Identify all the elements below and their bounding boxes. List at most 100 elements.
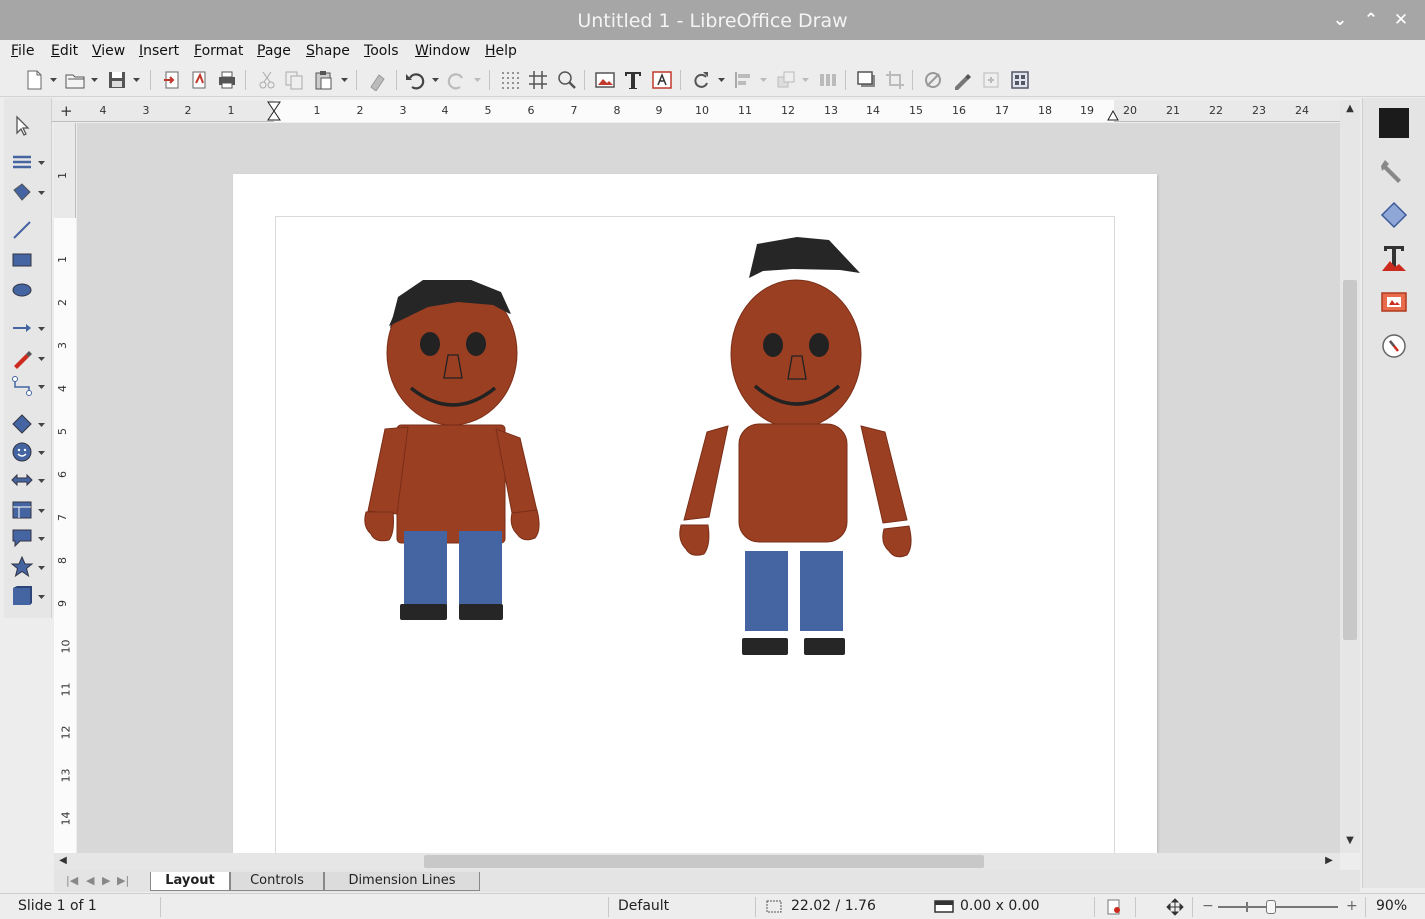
chevron-down-icon[interactable]	[718, 77, 725, 83]
chevron-down-icon[interactable]	[91, 77, 98, 83]
navigator-icon[interactable]	[1379, 286, 1409, 316]
properties-icon[interactable]	[1379, 108, 1409, 138]
symbol-shapes-icon[interactable]	[10, 440, 34, 464]
styles-icon[interactable]	[1379, 155, 1409, 185]
vertical-ruler[interactable]: 1 1 2 3 4 5 6 7 8 9 10 11 12 13 14	[54, 123, 76, 858]
chevron-down-icon[interactable]	[38, 190, 45, 196]
callouts-icon[interactable]	[10, 526, 34, 550]
chevron-down-icon[interactable]	[38, 160, 45, 166]
figure-left-shoe[interactable]	[400, 604, 447, 620]
chevron-down-icon[interactable]	[38, 478, 45, 484]
chevron-down-icon[interactable]	[38, 450, 45, 456]
paste-icon[interactable]	[312, 69, 334, 91]
block-arrows-icon[interactable]	[10, 468, 34, 492]
line-icon[interactable]	[10, 218, 34, 242]
vertical-scroll-thumb[interactable]	[1343, 280, 1357, 640]
master-slide-name[interactable]: Default	[618, 898, 669, 914]
chevron-down-icon[interactable]	[802, 77, 809, 83]
zoom-slider-thumb[interactable]	[1266, 900, 1276, 914]
chevron-down-icon[interactable]	[474, 77, 481, 83]
maximize-button[interactable]: ⌃	[1361, 10, 1381, 30]
figure-right-eye[interactable]	[809, 333, 829, 357]
zoom-slider[interactable]	[1218, 906, 1338, 908]
chevron-down-icon[interactable]	[38, 536, 45, 542]
connector-icon[interactable]	[10, 374, 34, 398]
lines-arrows-icon[interactable]	[10, 316, 34, 340]
horizontal-ruler[interactable]: + 4 3 2 1 1 2 3 4 5 6 7 8 9 10 11 12 13 …	[52, 100, 1340, 122]
menu-format[interactable]: Format	[194, 43, 243, 59]
curve-icon[interactable]	[10, 346, 34, 370]
drawing-canvas[interactable]	[77, 123, 1340, 853]
last-tab-icon[interactable]: ▶|	[117, 874, 129, 887]
menu-page[interactable]: Page	[257, 43, 291, 59]
menu-window[interactable]: Window	[415, 43, 470, 59]
figure-right-hair[interactable]	[749, 237, 860, 278]
align-icon[interactable]	[733, 69, 755, 91]
shapes-icon[interactable]	[1379, 243, 1409, 273]
new-document-icon[interactable]	[23, 69, 45, 91]
figure-right-eye[interactable]	[763, 333, 783, 357]
chevron-down-icon[interactable]	[432, 77, 439, 83]
tab-dimension-lines[interactable]: Dimension Lines	[324, 872, 480, 891]
zoom-out-icon[interactable]: −	[1202, 898, 1214, 914]
chevron-down-icon[interactable]	[38, 356, 45, 362]
figure-right-leg[interactable]	[745, 551, 788, 631]
slide-page[interactable]	[233, 174, 1157, 853]
gallery-icon[interactable]	[1379, 200, 1409, 230]
copy-icon[interactable]	[283, 69, 305, 91]
chevron-down-icon[interactable]	[38, 422, 45, 428]
redo-icon[interactable]	[446, 69, 468, 91]
figure-right[interactable]	[679, 237, 912, 655]
toggle-extrusion-icon[interactable]	[1009, 69, 1031, 91]
figure-left-eye[interactable]	[466, 332, 486, 356]
figure-right-hand[interactable]	[882, 525, 912, 558]
next-tab-icon[interactable]: ▶	[102, 874, 110, 887]
crop-icon[interactable]	[884, 69, 906, 91]
image-icon[interactable]	[594, 69, 616, 91]
menu-shape[interactable]: Shape	[306, 43, 350, 59]
clone-formatting-icon[interactable]	[367, 69, 389, 92]
glue-points-icon[interactable]	[980, 69, 1002, 91]
text-icon[interactable]	[622, 69, 644, 91]
figure-right-arm[interactable]	[860, 425, 908, 524]
scroll-right-icon[interactable]: ▶	[1321, 853, 1337, 869]
save-icon[interactable]	[106, 69, 128, 91]
arrange-icon[interactable]	[775, 69, 797, 91]
print-icon[interactable]	[216, 69, 238, 91]
document-modified-icon[interactable]	[1106, 899, 1122, 915]
figure-left-shoe[interactable]	[459, 604, 503, 620]
figure-right-hand[interactable]	[679, 524, 710, 556]
filter-icon[interactable]	[922, 69, 944, 91]
chevron-down-icon[interactable]	[50, 77, 57, 83]
menu-help[interactable]: Help	[485, 43, 517, 59]
chevron-down-icon[interactable]	[133, 77, 140, 83]
figure-left-eye[interactable]	[420, 332, 440, 356]
line-color-icon[interactable]	[10, 150, 34, 174]
figure-right-shoe[interactable]	[804, 638, 845, 655]
rotate-icon[interactable]	[690, 69, 712, 91]
scroll-down-icon[interactable]: ▼	[1342, 833, 1358, 849]
fill-color-icon[interactable]	[10, 180, 34, 204]
figure-left-hand[interactable]	[510, 509, 540, 541]
close-button[interactable]: ✕	[1391, 10, 1411, 30]
scroll-left-icon[interactable]: ◀	[55, 853, 71, 869]
chevron-down-icon[interactable]	[38, 594, 45, 600]
export-icon[interactable]	[161, 69, 183, 91]
tab-layout[interactable]: Layout	[150, 872, 230, 891]
rectangle-icon[interactable]	[10, 248, 34, 272]
menu-edit[interactable]: Edit	[51, 43, 78, 59]
shadow-icon[interactable]	[855, 69, 877, 91]
export-pdf-icon[interactable]	[188, 69, 210, 91]
horizontal-scrollbar[interactable]: ◀ ▶	[54, 853, 1340, 870]
flowchart-icon[interactable]	[10, 498, 34, 522]
menu-file[interactable]: File	[11, 43, 34, 59]
scroll-up-icon[interactable]: ▲	[1342, 101, 1358, 117]
tab-controls[interactable]: Controls	[230, 872, 324, 891]
figure-left-hand[interactable]	[364, 511, 394, 542]
figure-left-torso[interactable]	[396, 424, 506, 544]
ellipse-icon[interactable]	[10, 278, 34, 302]
fontwork-icon[interactable]	[651, 69, 673, 91]
figure-left-leg[interactable]	[404, 531, 447, 609]
3d-objects-icon[interactable]	[10, 584, 34, 608]
open-icon[interactable]	[64, 69, 86, 91]
